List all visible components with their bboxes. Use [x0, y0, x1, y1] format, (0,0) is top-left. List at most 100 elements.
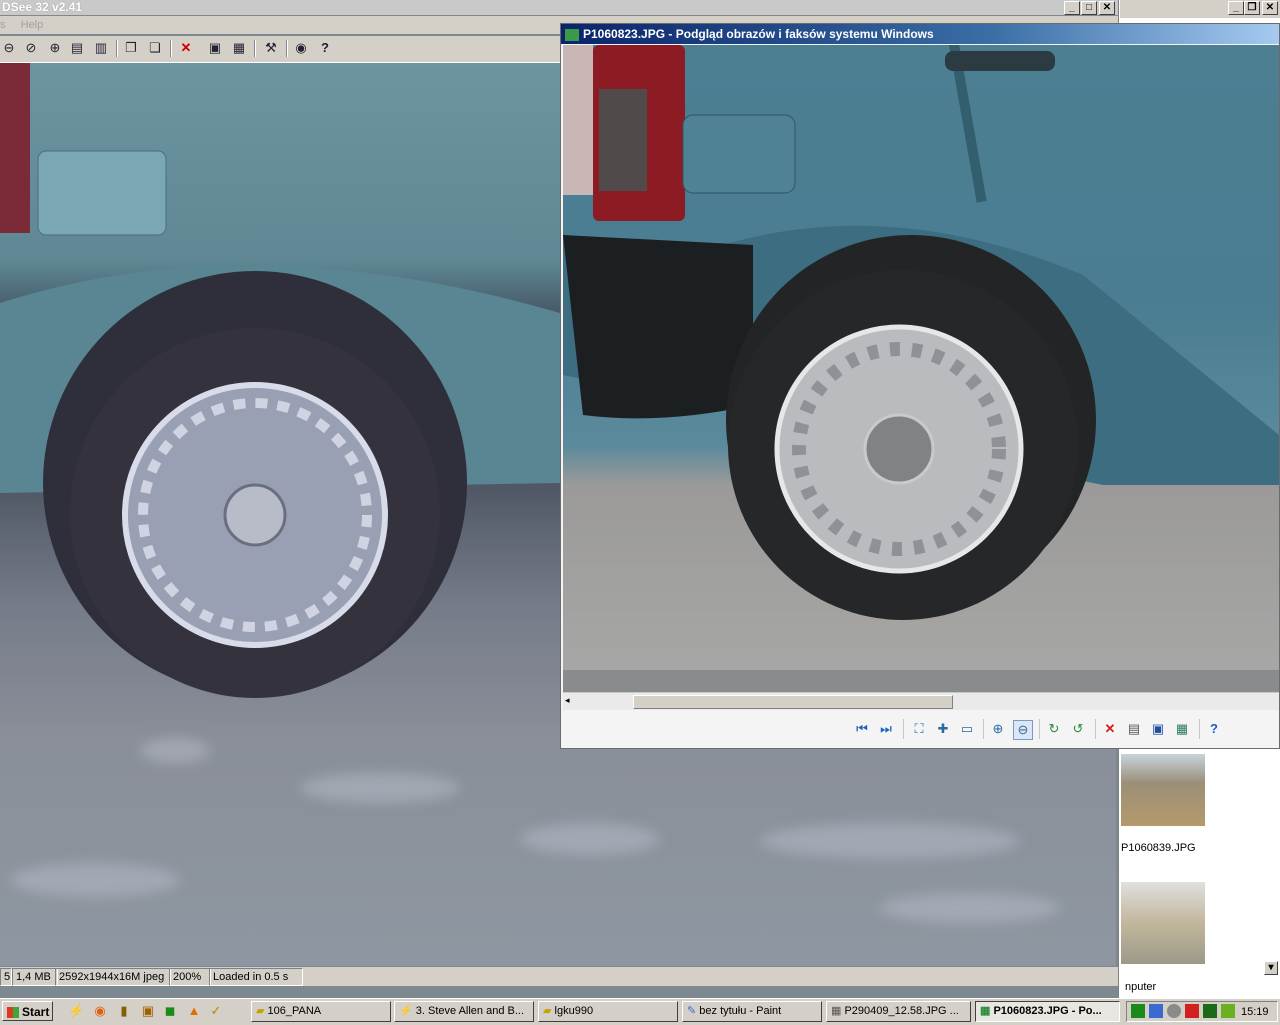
- vlc-icon[interactable]: ▲: [186, 1003, 202, 1019]
- picture-viewer-title-bar[interactable]: P1060823.JPG - Podgląd obrazów i faksów …: [561, 24, 1279, 44]
- picture-viewer-title: P1060823.JPG - Podgląd obrazów i faksów …: [583, 27, 934, 41]
- toolbar-separator: [116, 40, 118, 57]
- image-icon: ▦: [831, 1005, 842, 1017]
- clock: 15:19: [1241, 1006, 1269, 1018]
- properties-icon[interactable]: ▦: [230, 39, 248, 57]
- tools-icon[interactable]: ⚒: [262, 39, 280, 57]
- ground-highlight: [140, 738, 210, 763]
- tray-app-icon[interactable]: [1131, 1004, 1145, 1018]
- picture-viewer-app-icon: [565, 28, 579, 41]
- start-label: Start: [22, 1005, 50, 1019]
- maximize-button[interactable]: □: [1081, 1, 1097, 15]
- rename-icon[interactable]: ▣: [206, 39, 224, 57]
- print-icon[interactable]: ▤: [1125, 720, 1143, 738]
- taskbar: Start ⚡ ◉ ▮ ▣ ◼ ▲ ✓ ▰ 106_PANA ⚡ 3. Stev…: [0, 998, 1280, 1025]
- paste-icon[interactable]: ❏: [146, 39, 164, 57]
- copy-icon[interactable]: ❐: [122, 39, 140, 57]
- toolbar-separator: [1095, 719, 1096, 739]
- quicklaunch-app-icon[interactable]: ◼: [162, 1003, 178, 1019]
- zoom-in-icon[interactable]: ⊕: [46, 39, 64, 57]
- help-icon[interactable]: ?: [316, 39, 334, 57]
- network-icon[interactable]: [1149, 1004, 1163, 1018]
- delete-icon[interactable]: ✕: [1101, 720, 1119, 738]
- antivirus-icon[interactable]: [1185, 1004, 1199, 1018]
- tray-app-icon[interactable]: [1203, 1004, 1217, 1018]
- print-preview-icon[interactable]: ▥: [92, 39, 110, 57]
- task-acdsee[interactable]: ▦ P290409_12.58.JPG ...: [826, 1001, 971, 1022]
- rotate-counterclockwise-icon[interactable]: ↺: [1069, 720, 1087, 738]
- background-wall: [563, 45, 593, 195]
- close-button[interactable]: ✕: [1099, 1, 1115, 15]
- view-icon[interactable]: ◉: [292, 39, 310, 57]
- rotate-clockwise-icon[interactable]: ↻: [1045, 720, 1063, 738]
- scroll-down-icon[interactable]: ▾: [1264, 961, 1278, 975]
- toolbar-separator: [1039, 719, 1040, 739]
- scrollbar-thumb[interactable]: [633, 695, 953, 709]
- status-load-time: Loaded in 0.5 s: [209, 968, 303, 986]
- ground-highlight: [10, 863, 180, 897]
- print-icon[interactable]: ▤: [68, 39, 86, 57]
- task-label: bez tytułu - Paint: [699, 1005, 782, 1017]
- taillight: [0, 63, 30, 233]
- task-label: P1060823.JPG - Po...: [993, 1005, 1102, 1017]
- edit-icon[interactable]: ▦: [1173, 720, 1191, 738]
- delete-icon[interactable]: ✕: [177, 39, 195, 57]
- pane-minimize-button[interactable]: _: [1228, 1, 1244, 15]
- zoom-out-icon[interactable]: ⊖: [0, 39, 18, 57]
- folder-icon: ▰: [256, 1005, 265, 1017]
- firefox-icon[interactable]: ◉: [92, 1003, 108, 1019]
- nvidia-icon[interactable]: [1221, 1004, 1235, 1018]
- door-handle: [945, 51, 1055, 71]
- ground-highlight: [300, 773, 460, 803]
- scroll-left-icon[interactable]: ◂: [565, 695, 570, 706]
- help-icon[interactable]: ?: [1205, 720, 1223, 738]
- task-picture-viewer[interactable]: ▦ P1060823.JPG - Po...: [975, 1001, 1120, 1022]
- previous-image-icon[interactable]: ⏮: [853, 720, 871, 738]
- media-icon: ⚡: [399, 1005, 413, 1017]
- zoom-out-icon[interactable]: ⊖: [1013, 720, 1033, 740]
- quicklaunch-app-icon[interactable]: ▮: [116, 1003, 132, 1019]
- thumbnail-image[interactable]: [1121, 754, 1205, 826]
- car-photo: [563, 45, 1279, 692]
- actual-size-icon[interactable]: ✚: [934, 720, 952, 738]
- task-folder-lgku990[interactable]: ▰ lgku990: [538, 1001, 678, 1022]
- best-fit-icon[interactable]: ⛶: [910, 720, 928, 738]
- quicklaunch-app-icon[interactable]: ▣: [140, 1003, 156, 1019]
- cobblestone-row: [563, 670, 1279, 692]
- task-label: 3. Steve Allen and B...: [415, 1005, 525, 1017]
- task-media[interactable]: ⚡ 3. Steve Allen and B...: [394, 1001, 534, 1022]
- pane-restore-button[interactable]: ❐: [1244, 1, 1260, 15]
- toolbar-separator: [254, 40, 256, 57]
- picture-viewer-image[interactable]: [563, 45, 1279, 692]
- toolbar-separator: [903, 719, 904, 739]
- zoom-fit-icon[interactable]: ⊘: [22, 39, 40, 57]
- menu-item-tools[interactable]: s: [0, 19, 6, 31]
- horizontal-scrollbar[interactable]: ◂: [563, 692, 1279, 710]
- picture-viewer-toolbar: ⏮ ⏭ ⛶ ✚ ▭ ⊕ ⊖ ↻ ↺ ✕ ▤ ▣ ▦ ?: [563, 710, 1279, 748]
- menu-item-help[interactable]: Help: [21, 19, 44, 31]
- tray-app-icon[interactable]: [1167, 1004, 1181, 1018]
- task-paint[interactable]: ✎ bez tytułu - Paint: [682, 1001, 822, 1022]
- toolbar-separator: [286, 40, 288, 57]
- zoom-in-icon[interactable]: ⊕: [989, 720, 1007, 738]
- thumbnail-label[interactable]: P1060839.JPG: [1121, 842, 1196, 854]
- hub-cap: [863, 413, 935, 485]
- acdsee-toolbar: ⊖ ⊘ ⊕ ▤ ▥ ❐ ❏ ✕ ▣ ▦ ⚒ ◉ ?: [0, 36, 560, 63]
- save-icon[interactable]: ▣: [1149, 720, 1167, 738]
- slideshow-icon[interactable]: ▭: [958, 720, 976, 738]
- image-icon: ▦: [980, 1005, 991, 1017]
- status-dimensions: 2592x1944x16M jpeg: [55, 968, 171, 986]
- pane-close-button[interactable]: ✕: [1262, 1, 1278, 15]
- task-folder-106-pana[interactable]: ▰ 106_PANA: [251, 1001, 391, 1022]
- minimize-button[interactable]: _: [1064, 1, 1080, 15]
- status-zoom: 200%: [169, 968, 211, 986]
- task-label: lgku990: [554, 1005, 594, 1017]
- thumbnail-partial-label: nputer: [1125, 981, 1157, 993]
- toolbar-separator: [983, 719, 984, 739]
- start-button[interactable]: Start: [2, 1001, 53, 1021]
- quicklaunch-app-icon[interactable]: ✓: [208, 1003, 224, 1019]
- quicklaunch-app-icon[interactable]: ⚡: [68, 1003, 84, 1019]
- next-image-icon[interactable]: ⏭: [877, 720, 895, 738]
- picture-viewer-window: P1060823.JPG - Podgląd obrazów i faksów …: [560, 23, 1280, 749]
- thumbnail-image[interactable]: [1121, 882, 1205, 964]
